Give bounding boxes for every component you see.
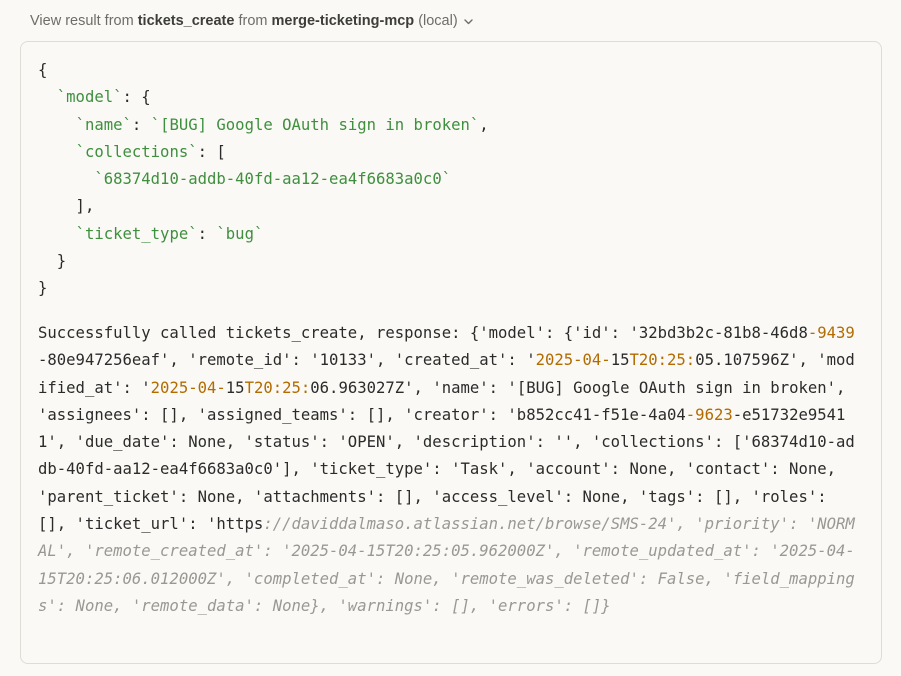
close-brace: } bbox=[38, 279, 48, 298]
ticket-type-value: `bug` bbox=[216, 224, 264, 243]
response-main: Successfully called tickets_create, resp… bbox=[38, 324, 855, 534]
collection-id: `68374d10-addb-40fd-aa12-ea4f6683a0c0` bbox=[94, 170, 452, 189]
name-value: `[BUG] Google OAuth sign in broken` bbox=[150, 115, 480, 134]
response-text: Successfully called tickets_create, resp… bbox=[38, 320, 864, 620]
result-panel: { `model`: { `name`: `[BUG] Google OAuth… bbox=[20, 41, 882, 664]
ticket-type-key: `ticket_type` bbox=[75, 224, 198, 243]
request-json: { `model`: { `name`: `[BUG] Google OAuth… bbox=[38, 61, 489, 298]
collections-key: `collections` bbox=[75, 142, 198, 161]
chevron-down-icon[interactable] bbox=[463, 16, 474, 27]
name-key: `name` bbox=[75, 115, 132, 134]
server-name: merge-ticketing-mcp bbox=[271, 13, 415, 29]
tool-result-header[interactable]: View result from tickets_create from mer… bbox=[30, 11, 474, 31]
tool-name: tickets_create bbox=[137, 13, 235, 29]
header-from: from bbox=[238, 13, 268, 29]
model-key: `model` bbox=[56, 88, 123, 107]
header-prefix: View result from bbox=[30, 13, 134, 29]
server-scope: (local) bbox=[418, 13, 458, 29]
open-brace: { bbox=[38, 61, 48, 79]
